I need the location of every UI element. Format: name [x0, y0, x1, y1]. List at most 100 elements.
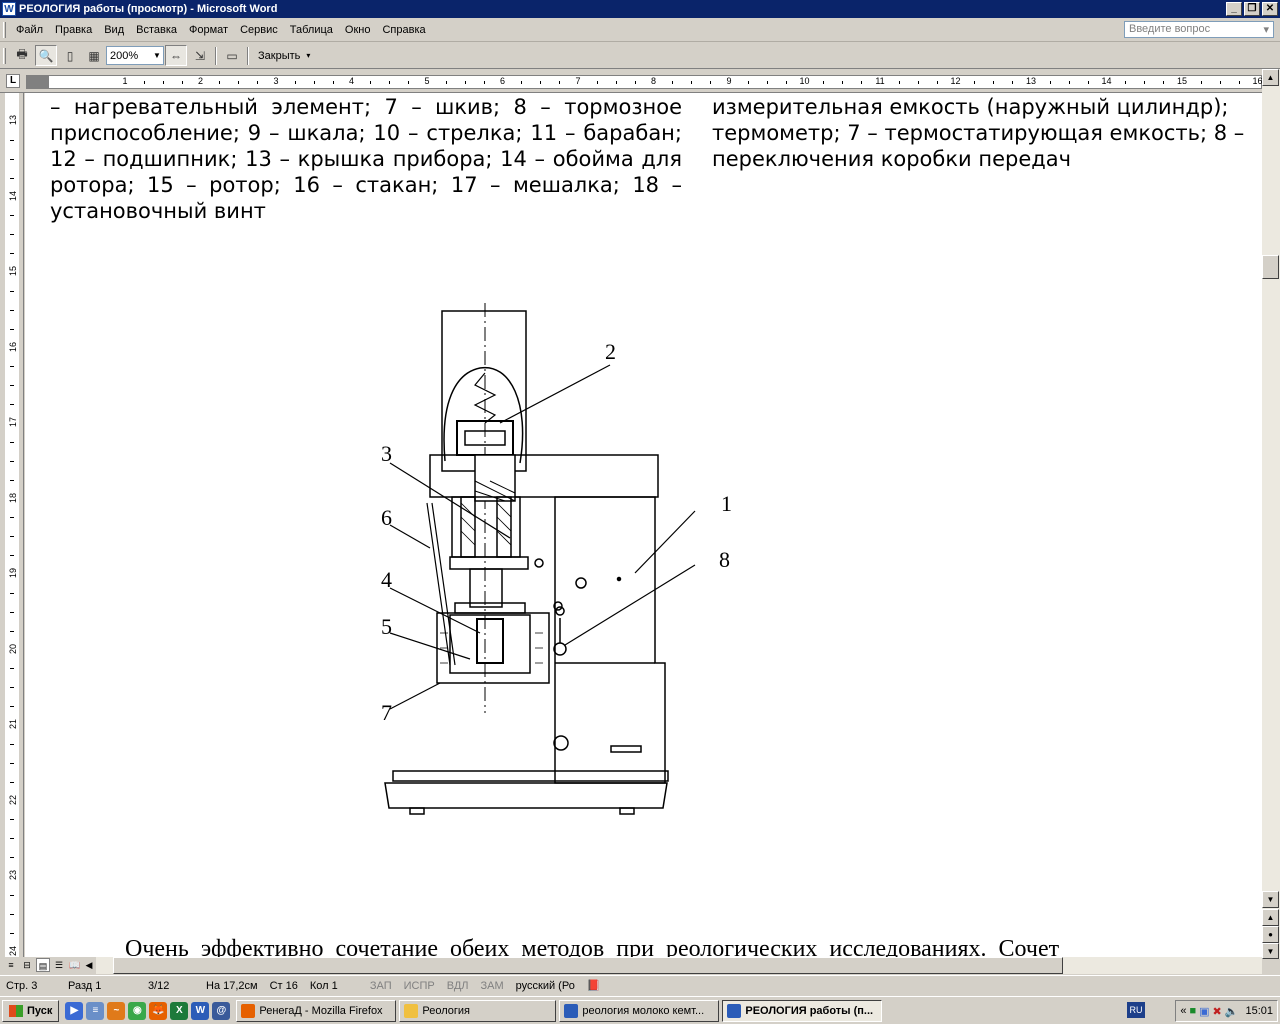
view-ruler-icon[interactable]: ⇔	[165, 45, 187, 66]
spelling-check-icon[interactable]: 📕	[581, 979, 607, 992]
ruler-strip[interactable]: 1 2 3 4 5 6 7 8 9 10 11 12 13 14 15 16	[26, 75, 1278, 89]
ruler-tick	[785, 81, 787, 84]
menu-table[interactable]: Таблица	[284, 24, 339, 36]
vertical-scroll-thumb[interactable]	[1262, 255, 1279, 279]
zoom-select[interactable]: 200% ▼	[106, 46, 164, 65]
vertical-scrollbar[interactable]: ▲ ▼ ▲ ● ▼	[1262, 69, 1280, 959]
print-view-icon[interactable]: ▤	[36, 958, 50, 972]
excel-icon[interactable]: X	[170, 1001, 189, 1020]
winamp-icon[interactable]: ~	[107, 1001, 126, 1020]
status-section: Разд 1	[68, 979, 102, 992]
notepad-icon[interactable]: ≡	[86, 1001, 105, 1020]
start-label: Пуск	[27, 1004, 53, 1017]
magnifier-icon[interactable]: 🔍	[35, 45, 57, 66]
one-page-icon[interactable]: ▯	[59, 45, 81, 66]
horizontal-scrollbar[interactable]	[96, 957, 1262, 974]
word-icon[interactable]: W	[191, 1001, 210, 1020]
task-word-doc-2[interactable]: РЕОЛОГИЯ работы (п...	[722, 999, 883, 1022]
vertical-ruler-tick	[10, 536, 14, 538]
status-trk[interactable]: ИСПР	[398, 980, 441, 992]
ruler-number: 12	[950, 76, 961, 86]
menu-edit[interactable]: Правка	[49, 24, 98, 36]
status-ext[interactable]: ВДЛ	[441, 980, 475, 992]
tray-expand-icon[interactable]: «	[1180, 1005, 1186, 1017]
reading-view-icon[interactable]: 📖	[68, 958, 82, 972]
chevron-down-icon[interactable]: ▼	[151, 47, 163, 64]
folder-icon	[404, 1003, 419, 1018]
ruler-tick	[332, 81, 334, 84]
ruler-tick	[162, 81, 164, 84]
tray-network-icon[interactable]: ▣	[1199, 1005, 1209, 1018]
scroll-up-button[interactable]: ▲	[1262, 69, 1279, 86]
print-icon[interactable]: 🖶	[11, 45, 33, 66]
vertical-ruler-tick	[10, 687, 14, 689]
menu-file[interactable]: Файл	[10, 24, 49, 36]
media-player-icon[interactable]: ▶	[65, 1001, 84, 1020]
menu-window[interactable]: Окно	[339, 24, 377, 36]
close-button[interactable]: ✕	[1262, 2, 1278, 16]
scroll-left-button[interactable]: ◀	[82, 958, 96, 972]
language-indicator[interactable]: RU	[1127, 1002, 1145, 1018]
scroll-down-button[interactable]: ▼	[1262, 891, 1279, 908]
tray-app-icon[interactable]: ■	[1189, 1005, 1196, 1017]
ruler-tick	[238, 81, 240, 84]
restore-button[interactable]: ❐	[1244, 2, 1260, 16]
outline-view-icon[interactable]: ☰	[52, 958, 66, 972]
full-screen-icon[interactable]: ▭	[221, 45, 243, 66]
ruler-number: 7	[575, 76, 581, 86]
tray-antivirus-icon[interactable]: ✖	[1213, 1005, 1222, 1018]
shrink-to-fit-icon[interactable]: ⇲	[189, 45, 211, 66]
menu-format[interactable]: Формат	[183, 24, 234, 36]
figure-label-7: 7	[381, 700, 392, 725]
normal-view-icon[interactable]: ≡	[4, 958, 18, 972]
ruler-tick	[1238, 81, 1240, 84]
vertical-ruler-number: 17	[8, 417, 18, 428]
horizontal-scroll-thumb[interactable]	[113, 957, 1063, 974]
print-preview-toolbar: 🖶 🔍 ▯ ▦ 200% ▼ ⇔ ⇲ ▭ Закрыть ▾	[0, 43, 1280, 69]
toolbar-grip[interactable]	[3, 47, 6, 64]
ruler-tick	[1125, 81, 1127, 84]
ruler-number: 4	[348, 76, 355, 86]
word-app-icon[interactable]: W	[2, 2, 16, 16]
vertical-ruler-tick	[10, 819, 14, 821]
next-page-button[interactable]: ▼	[1262, 943, 1279, 959]
vertical-ruler-tick	[10, 309, 14, 311]
menu-insert[interactable]: Вставка	[130, 24, 183, 36]
ask-question-input[interactable]: Введите вопрос ▾	[1124, 21, 1274, 38]
system-tray: « ■ ▣ ✖ 🔈 15:01	[1175, 1000, 1278, 1022]
status-ovr[interactable]: ЗАМ	[475, 980, 510, 992]
network-icon[interactable]: @	[212, 1001, 231, 1020]
firefox-icon	[241, 1003, 256, 1018]
status-language[interactable]: русский (Ро	[510, 980, 581, 992]
menu-view[interactable]: Вид	[98, 24, 130, 36]
previous-page-button[interactable]: ▲	[1262, 909, 1279, 926]
vertical-ruler-number: 23	[8, 870, 18, 881]
word-doc-icon	[564, 1003, 579, 1018]
vertical-ruler-tick	[10, 781, 14, 783]
status-rec[interactable]: ЗАП	[364, 980, 398, 992]
ruler-number: 5	[424, 76, 430, 86]
vertical-ruler-tick	[10, 290, 14, 292]
tab-selector[interactable]: L	[6, 74, 20, 88]
minimize-button[interactable]: _	[1226, 2, 1242, 16]
figure-label-8: 8	[719, 547, 730, 572]
web-view-icon[interactable]: ⊟	[20, 958, 34, 972]
toolbar-options-icon[interactable]: ▾	[306, 51, 310, 60]
document-page[interactable]: – нагревательный элемент; 7 – шкив; 8 – …	[25, 93, 1262, 959]
task-firefox[interactable]: РенегаД - Mozilla Firefox	[236, 999, 397, 1022]
multiple-pages-icon[interactable]: ▦	[83, 45, 105, 66]
task-word-doc-1[interactable]: реология молоко кемт...	[559, 999, 720, 1022]
tray-volume-icon[interactable]: 🔈	[1225, 1005, 1239, 1018]
chrome-icon[interactable]: ◉	[128, 1001, 147, 1020]
firefox-icon[interactable]: 🦊	[149, 1001, 168, 1020]
browse-object-button[interactable]: ●	[1262, 926, 1279, 943]
menu-help[interactable]: Справка	[376, 24, 431, 36]
task-folder[interactable]: Реология	[399, 999, 557, 1022]
menu-grip[interactable]	[3, 21, 6, 38]
ruler-tick	[540, 81, 542, 84]
menu-tools[interactable]: Сервис	[234, 24, 284, 36]
vertical-ruler-strip[interactable]: 13 14 15 16 17 18 19 20 21 22 23 24	[5, 93, 19, 1010]
start-button[interactable]: Пуск	[2, 999, 60, 1022]
chevron-down-icon[interactable]: ▾	[1263, 23, 1269, 36]
close-preview-button[interactable]: Закрыть	[252, 50, 306, 62]
